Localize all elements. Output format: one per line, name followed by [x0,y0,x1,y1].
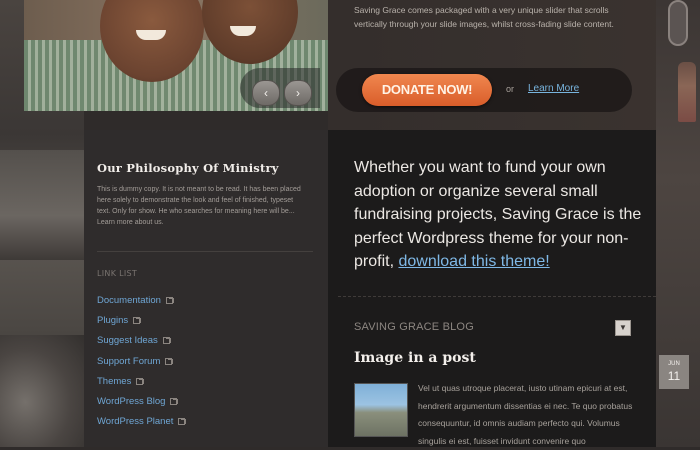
date-month: JUN [668,361,680,367]
divider [97,251,313,252]
post-thumbnail[interactable] [354,383,408,437]
donate-now-button[interactable]: DONATE NOW! [362,74,492,106]
slider-next-button[interactable]: › [284,80,312,106]
slider-prev-button[interactable]: ‹ [252,80,280,106]
link-list: Documentation Plugins Suggest Ideas Supp… [97,290,187,432]
link-suggest-ideas[interactable]: Suggest Ideas [97,331,185,351]
blog-section-title: SAVING GRACE BLOG [354,321,474,333]
download-theme-link[interactable]: download this theme! [398,253,549,270]
external-link-icon [165,357,174,365]
background-rock [0,335,84,447]
external-link-icon [136,377,145,385]
date-day: 11 [667,369,681,383]
external-link-icon [133,316,142,324]
external-link-icon [170,398,179,406]
philosophy-body: This is dummy copy. It is not meant to b… [97,186,301,226]
link-wordpress-planet[interactable]: WordPress Planet [97,412,187,432]
link-support-forum[interactable]: Support Forum [97,351,185,371]
intro-text: Whether you want to fund your own adopti… [354,159,642,270]
link-themes[interactable]: Themes [97,371,185,391]
background-person [678,62,696,122]
link-plugins[interactable]: Plugins [97,310,185,330]
background-building [0,150,84,260]
external-link-icon [165,296,174,304]
link-documentation[interactable]: Documentation [97,290,185,310]
divider [338,296,656,297]
link-wordpress-blog[interactable]: WordPress Blog [97,391,185,411]
scrollbar-thumb[interactable] [668,0,688,46]
collapse-toggle-icon[interactable]: ▼ [615,320,631,336]
or-label: or [506,84,515,94]
post-title[interactable]: Image in a post [354,350,476,366]
philosophy-title: Our Philosophy Of Ministry [97,161,279,175]
external-link-icon [178,418,187,426]
link-list-title: LINK LIST [97,269,138,278]
date-badge: JUN 11 [659,355,689,389]
slider-description: Saving Grace comes packaged with a very … [354,5,614,29]
external-link-icon [162,337,171,345]
post-excerpt: Vel ut quas utroque placerat, iusto utin… [418,383,633,446]
learn-more-link[interactable]: Learn More [528,83,579,94]
